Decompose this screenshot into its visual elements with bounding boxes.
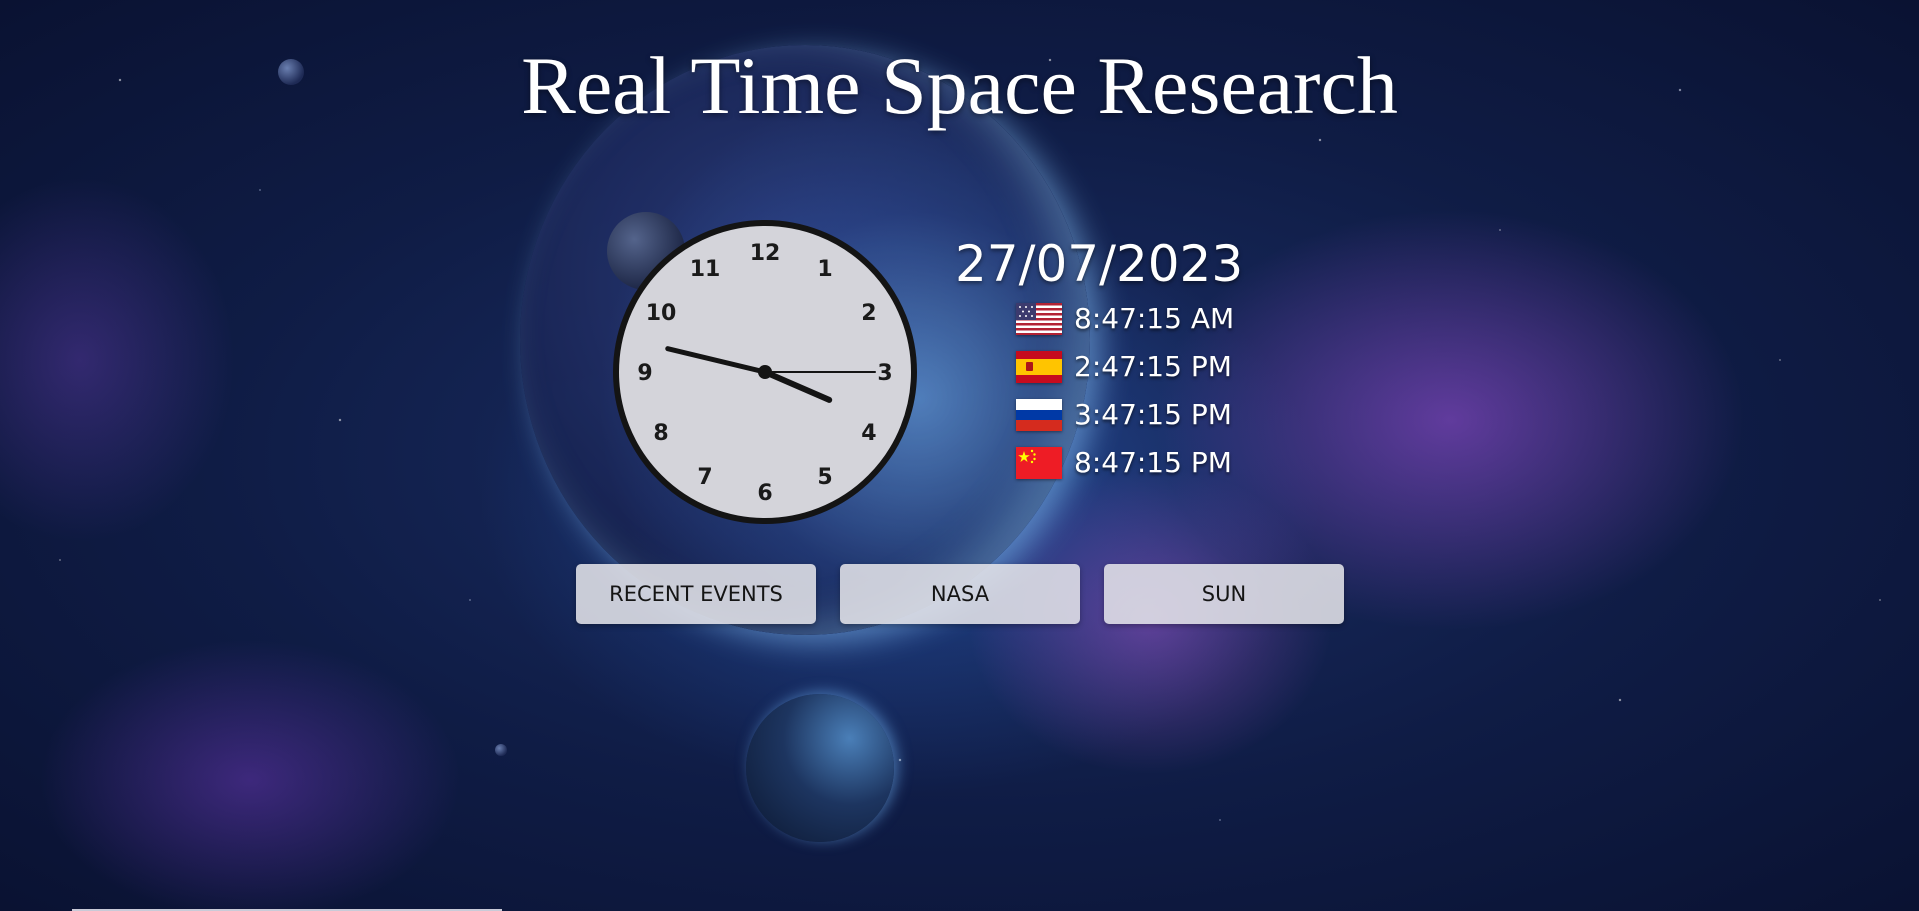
- spain-flag-icon: [1016, 351, 1062, 383]
- nasa-button[interactable]: NASA: [840, 564, 1080, 624]
- clock-number: 2: [861, 301, 876, 326]
- recent-events-button[interactable]: RECENT EVENTS: [576, 564, 816, 624]
- timezone-row-russia: 3:47:15 PM: [1016, 392, 1234, 438]
- analog-clock: 121234567891011: [613, 220, 917, 524]
- clock-number: 9: [637, 361, 652, 386]
- clock-number: 7: [697, 465, 712, 490]
- timezone-time: 8:47:15 AM: [1074, 302, 1235, 335]
- clock-number: 10: [646, 301, 677, 326]
- timezone-row-usa: 8:47:15 AM: [1016, 296, 1234, 342]
- sun-button[interactable]: SUN: [1104, 564, 1344, 624]
- clock-number: 12: [750, 241, 781, 266]
- clock-number: 1: [817, 257, 832, 282]
- small-planet-background-image: [746, 694, 894, 842]
- current-date: 27/07/2023: [955, 235, 1244, 293]
- clock-number: 6: [757, 481, 772, 506]
- nav-buttons: RECENT EVENTS NASA SUN: [576, 564, 1344, 624]
- timezone-row-china: 8:47:15 PM: [1016, 440, 1234, 486]
- tiny-moon-background-image: [495, 744, 507, 756]
- clock-number: 8: [653, 421, 668, 446]
- usa-flag-icon: [1016, 303, 1062, 335]
- timezone-time: 2:47:15 PM: [1074, 350, 1232, 383]
- clock-number: 4: [861, 421, 876, 446]
- timezone-time: 8:47:15 PM: [1074, 446, 1232, 479]
- page-title: Real Time Space Research: [521, 40, 1398, 131]
- china-flag-icon: [1016, 447, 1062, 479]
- timezone-row-spain: 2:47:15 PM: [1016, 344, 1234, 390]
- clock-number: 11: [690, 257, 721, 282]
- clock-center-pin: [758, 365, 772, 379]
- russia-flag-icon: [1016, 399, 1062, 431]
- timezone-time: 3:47:15 PM: [1074, 398, 1232, 431]
- clock-number: 3: [877, 361, 892, 386]
- timezone-list: 8:47:15 AM 2:47:15 PM 3:47:15 PM 8:47:15…: [1016, 296, 1234, 488]
- clock-number: 5: [817, 465, 832, 490]
